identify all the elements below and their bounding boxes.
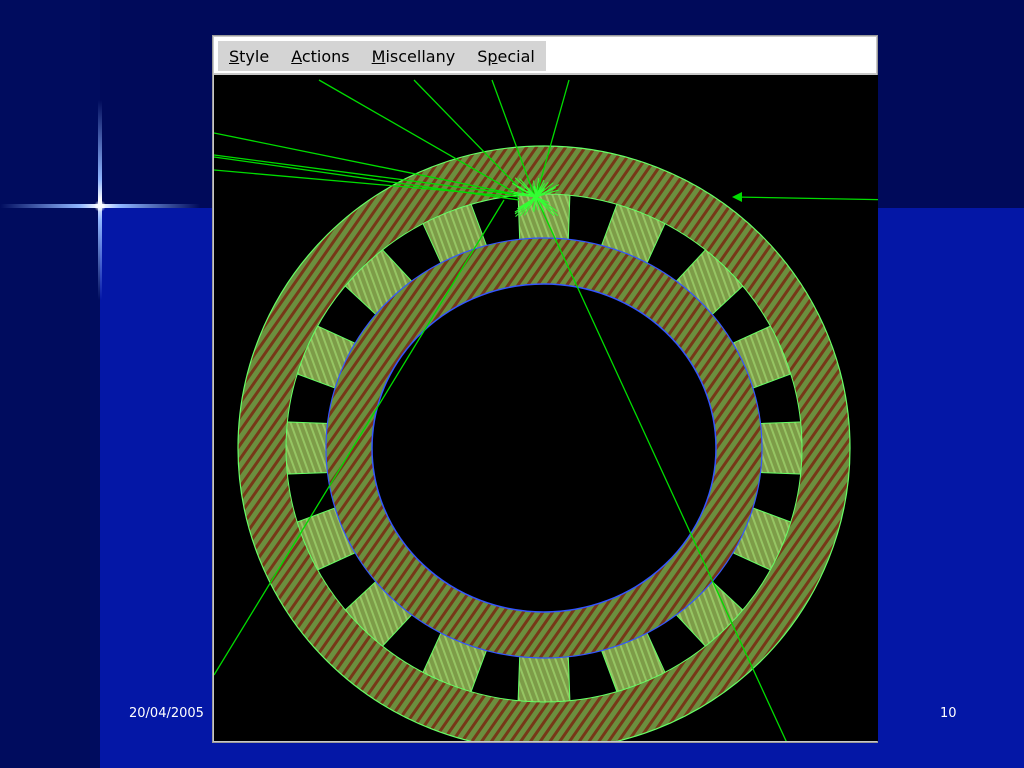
menu-special-prefix: S — [477, 46, 488, 66]
inner-detector-ring — [214, 75, 878, 741]
detector-drawing — [214, 75, 878, 741]
menu-style-label: tyle — [239, 46, 270, 66]
menu-actions-label: ctions — [301, 46, 350, 66]
menu-style[interactable]: Style — [218, 47, 280, 66]
slide-left-band — [0, 0, 100, 768]
menu-bar: Style Actions Miscellany Special — [214, 37, 876, 73]
menu-special-mnemonic: p — [487, 46, 498, 66]
menu-actions-mnemonic: A — [291, 46, 302, 66]
menu-miscellany-label: iscellany — [385, 46, 456, 66]
menu-style-mnemonic: S — [229, 46, 240, 66]
menu-miscellany-mnemonic: M — [371, 46, 386, 66]
detector-view-canvas[interactable] — [214, 75, 878, 741]
event-display-window: Style Actions Miscellany Special — [212, 35, 878, 743]
menu-miscellany[interactable]: Miscellany — [361, 47, 467, 66]
menu-group: Style Actions Miscellany Special — [218, 41, 546, 71]
menu-actions[interactable]: Actions — [280, 47, 360, 66]
menu-special-label: ecial — [497, 46, 535, 66]
sparkle-star-icon — [94, 200, 106, 212]
menu-special[interactable]: Special — [466, 47, 546, 66]
slide-date: 20/04/2005 — [129, 706, 204, 721]
slide-page-number: 10 — [940, 706, 957, 721]
